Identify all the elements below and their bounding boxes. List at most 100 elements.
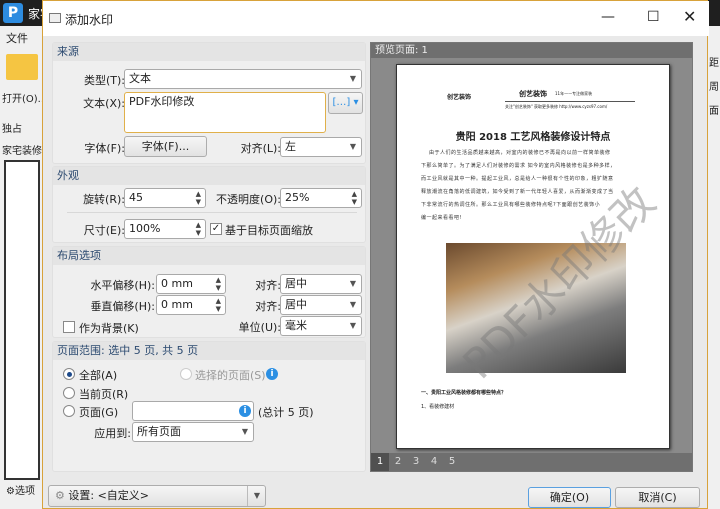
maximize-button[interactable]: ☐ [647, 9, 660, 25]
apply-to-value: 所有页面 [137, 425, 181, 438]
apply-to-label: 应用到: [94, 427, 131, 440]
halign-select[interactable]: 居中 ▼ [280, 274, 362, 294]
page-range-group: 页面范围: 选中 5 页, 共 5 页 全部(A) 选择的页面(S) i 当前页… [52, 341, 366, 472]
voffset-label: 垂直偏移(H): [90, 300, 155, 313]
source-heading: 来源 [53, 43, 365, 61]
hoffset-label: 水平偏移(H): [90, 279, 155, 292]
dialog-icon [49, 13, 61, 23]
doc-paragraph: 由于人们的生活品质越来越高，对室内的装修已不再是向以前一样简单装修 [429, 150, 611, 156]
macro-icon: […] [332, 97, 351, 108]
preview-heading: 预览页面: 1 [371, 43, 692, 58]
type-value: 文本 [129, 72, 151, 85]
radio-selected-pages[interactable] [180, 368, 192, 380]
hoffset-value: 0 mm [161, 277, 193, 290]
page-tab[interactable]: 2 [389, 453, 407, 471]
background-checkbox[interactable] [63, 321, 75, 333]
type-select[interactable]: 文本 ▼ [124, 69, 362, 89]
ok-button[interactable]: 确定(O) [528, 487, 611, 508]
halign-label: 对齐: [255, 279, 281, 292]
chevron-down-icon: ▼ [241, 427, 248, 436]
app-background: 文件 打开(O)... 独占 家宅装修 ⚙选项 [0, 26, 47, 509]
scale-label: 基于目标页面缩放 [225, 224, 313, 237]
background-label: 作为背景(K) [79, 322, 139, 335]
layout-heading: 布局选项 [53, 247, 365, 265]
scale-checkbox[interactable]: ✓ [210, 223, 222, 235]
watermark-text-input[interactable]: PDF水印修改 [124, 92, 326, 133]
settings-select[interactable]: ⚙ 设置: <自定义> ▼ [48, 485, 266, 507]
layout-group: 布局选项 水平偏移(H): 0 mm ▲ ▼ 对齐: 居中 ▼ 垂直偏移(H): 0 … [52, 246, 366, 338]
spinner-icon[interactable]: ▲ ▼ [196, 190, 201, 206]
page-tab[interactable]: 1 [371, 453, 389, 471]
radio-pages[interactable] [63, 405, 75, 417]
dialog-titlebar: 添加水印 — ☐ ✕ [43, 1, 709, 36]
cancel-button[interactable]: 取消(C) [615, 487, 700, 508]
align-label: 对齐(L): [240, 142, 281, 155]
opacity-spinner[interactable]: 25% ▲ ▼ [280, 188, 362, 208]
rotate-value: 45 [129, 191, 143, 204]
settings-value: 设置: <自定义> [68, 489, 150, 502]
doc-item: 1、看装修建材 [421, 404, 455, 410]
current-page-label: 当前页(R) [79, 388, 129, 401]
type-label: 类型(T): [83, 74, 125, 87]
info-icon[interactable]: i [266, 368, 278, 380]
align-select[interactable]: 左 ▼ [280, 137, 362, 157]
size-spinner[interactable]: 100% ▲ ▼ [124, 219, 206, 239]
document-tab[interactable]: 家宅装修 [2, 142, 42, 157]
opacity-label: 不透明度(O): [216, 193, 281, 206]
dialog-title: 添加水印 [65, 13, 114, 27]
chevron-down-icon: ▼ [349, 142, 356, 151]
halign-value: 居中 [285, 277, 307, 290]
page-tab[interactable]: 4 [425, 453, 443, 471]
align-value: 左 [285, 140, 296, 153]
page-tab[interactable]: 3 [407, 453, 425, 471]
folder-icon[interactable] [6, 54, 38, 80]
menu-file[interactable]: 文件 [6, 30, 28, 46]
divider [67, 212, 357, 213]
minimize-button[interactable]: — [601, 9, 615, 25]
rotate-spinner[interactable]: 45 ▲ ▼ [124, 188, 206, 208]
pages-label: 页面(G) [79, 406, 119, 419]
right-item: 面 [709, 106, 719, 117]
font-label: 字体(F): [84, 142, 125, 155]
font-button[interactable]: 字体(F)... [124, 136, 207, 157]
doc-url: 关注"创艺装饰" 获取更多装修 http://www.cyzs97.com/ [505, 104, 608, 109]
app-logo-icon: P [3, 3, 23, 23]
chevron-down-icon: ▼ [349, 300, 356, 309]
doc-title: 贵阳 2018 工艺风格装修设计特点 [455, 132, 611, 143]
doc-brand-sub: 11年——专注做家装 [555, 91, 593, 96]
apply-to-select[interactable]: 所有页面 ▼ [132, 422, 254, 442]
rotate-label: 旋转(R): [83, 193, 125, 206]
chevron-down-icon: ▼ [349, 321, 356, 330]
unit-select[interactable]: 毫米 ▼ [280, 316, 362, 336]
source-group: 来源 类型(T): 文本 ▼ 文本(X): PDF水印修改 […] ▾ 字体(F)… [52, 42, 366, 164]
exclusive-label: 独占 [2, 124, 22, 135]
opacity-value: 25% [285, 191, 310, 204]
insert-macro-button[interactable]: […] ▾ [328, 92, 363, 114]
valign-value: 居中 [285, 298, 307, 311]
spinner-icon[interactable]: ▲ ▼ [196, 221, 201, 237]
voffset-value: 0 mm [161, 298, 193, 311]
spinner-icon[interactable]: ▲ ▼ [352, 190, 357, 206]
appearance-group: 外观 旋转(R): 45 ▲ ▼ 不透明度(O): 25% ▲ ▼ 尺寸(E): 100… [52, 166, 366, 243]
options-button[interactable]: ⚙选项 [6, 482, 35, 497]
pages-input[interactable] [132, 401, 254, 421]
selected-pages-label: 选择的页面(S) [195, 369, 266, 382]
size-label: 尺寸(E): [83, 224, 125, 237]
gear-icon: ⚙ [55, 489, 65, 502]
range-heading: 页面范围: 选中 5 页, 共 5 页 [53, 342, 365, 360]
total-pages-label: (总计 5 页) [258, 406, 314, 419]
chevron-down-icon: ▼ [349, 279, 356, 288]
page-tab[interactable]: 5 [443, 453, 461, 471]
gear-icon: ⚙ [6, 486, 15, 497]
unit-label: 单位(U): [238, 321, 281, 334]
valign-select[interactable]: 居中 ▼ [280, 295, 362, 315]
info-icon[interactable]: i [239, 405, 251, 417]
right-item: 周 [709, 82, 719, 93]
open-button[interactable]: 打开(O)... [2, 90, 47, 105]
chevron-down-icon: ▼ [349, 74, 356, 83]
radio-all[interactable] [63, 368, 75, 380]
close-button[interactable]: ✕ [683, 7, 696, 26]
radio-current-page[interactable] [63, 387, 75, 399]
all-label: 全部(A) [79, 369, 118, 382]
right-item: 距 [709, 58, 719, 69]
